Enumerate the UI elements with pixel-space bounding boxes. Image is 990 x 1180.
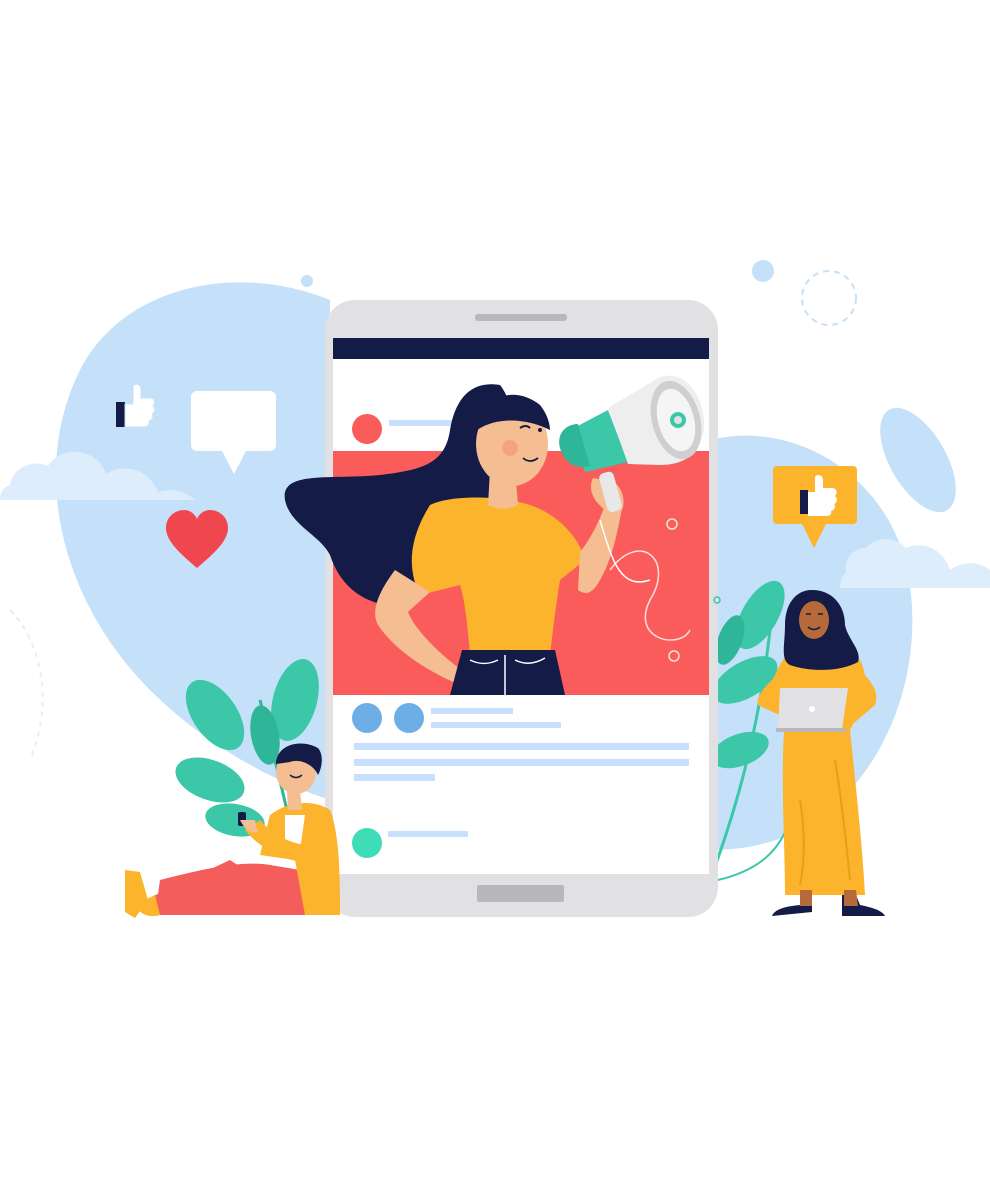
laptop-icon <box>776 688 848 732</box>
social-media-illustration <box>0 260 990 918</box>
